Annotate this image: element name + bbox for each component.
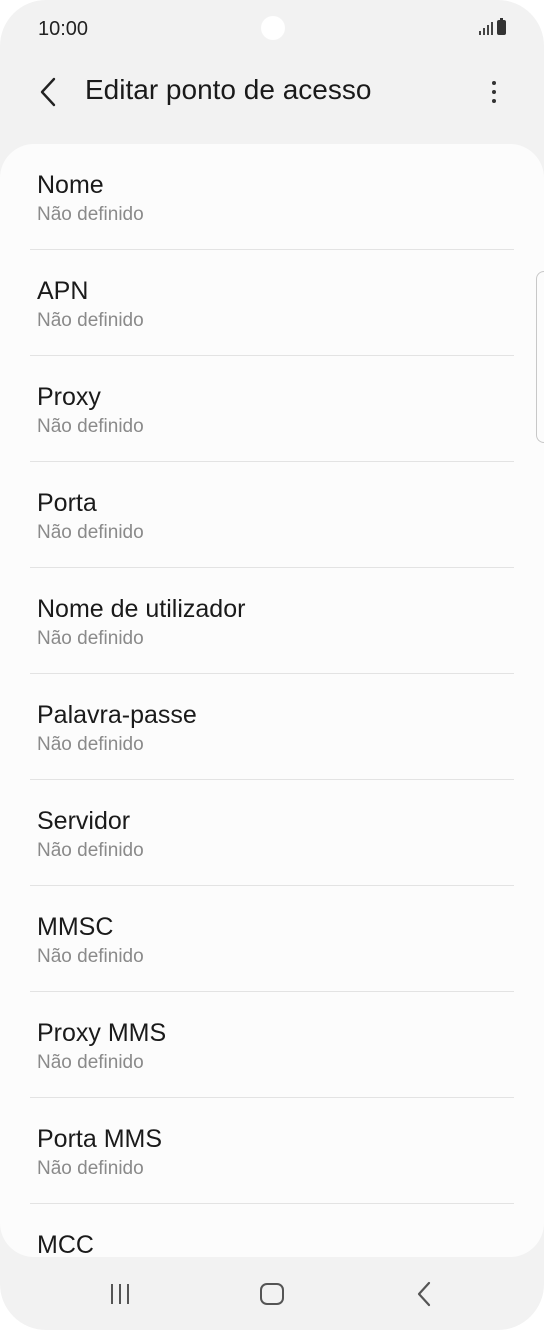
more-options-icon xyxy=(492,81,496,85)
page-title: Editar ponto de acesso xyxy=(85,74,372,105)
list-item-porta[interactable]: Porta Não definido xyxy=(0,462,544,568)
back-icon xyxy=(417,1281,431,1307)
item-value: Não definido xyxy=(37,628,144,649)
item-label: Porta xyxy=(37,489,97,517)
status-icons xyxy=(479,18,506,35)
nav-back-button[interactable] xyxy=(400,1274,448,1314)
apn-settings-list: Nome Não definido APN Não definido Proxy… xyxy=(0,144,544,1257)
list-item-proxy[interactable]: Proxy Não definido xyxy=(0,356,544,462)
item-label: Nome xyxy=(37,171,104,199)
status-bar: 10:00 xyxy=(0,0,544,60)
list-item-mmsc[interactable]: MMSC Não definido xyxy=(0,886,544,992)
item-value: Não definido xyxy=(37,416,144,437)
item-value: Não definido xyxy=(37,204,144,225)
back-button[interactable] xyxy=(26,70,70,114)
battery-icon xyxy=(497,18,506,35)
item-label: Porta MMS xyxy=(37,1125,163,1153)
status-time: 10:00 xyxy=(38,18,89,40)
recent-apps-icon xyxy=(111,1284,113,1304)
item-label: Nome de utilizador xyxy=(37,595,246,623)
item-value: Não definido xyxy=(37,1158,144,1179)
list-item-nome-de-utilizador[interactable]: Nome de utilizador Não definido xyxy=(0,568,544,674)
item-label: Proxy MMS xyxy=(37,1019,167,1047)
list-item-apn[interactable]: APN Não definido xyxy=(0,250,544,356)
list-item-mcc[interactable]: MCC xyxy=(0,1204,544,1257)
app-bar: Editar ponto de acesso xyxy=(0,60,544,124)
recent-apps-button[interactable] xyxy=(96,1274,144,1314)
list-item-nome[interactable]: Nome Não definido xyxy=(0,144,544,250)
item-value: Não definido xyxy=(37,1052,144,1073)
more-options-button[interactable] xyxy=(472,70,516,114)
front-camera-cutout xyxy=(261,16,285,40)
list-item-porta-mms[interactable]: Porta MMS Não definido xyxy=(0,1098,544,1204)
item-value: Não definido xyxy=(37,840,144,861)
item-label: MMSC xyxy=(37,913,114,941)
item-value: Não definido xyxy=(37,946,144,967)
navigation-bar xyxy=(0,1258,544,1330)
item-value: Não definido xyxy=(37,522,144,543)
scrollbar[interactable] xyxy=(536,271,544,443)
item-label: Palavra-passe xyxy=(37,701,197,729)
item-label: APN xyxy=(37,277,89,305)
settings-card: Nome Não definido APN Não definido Proxy… xyxy=(0,144,544,1257)
item-value: Não definido xyxy=(37,734,144,755)
item-label: Proxy xyxy=(37,383,101,411)
list-item-palavra-passe[interactable]: Palavra-passe Não definido xyxy=(0,674,544,780)
item-value: Não definido xyxy=(37,310,144,331)
home-button[interactable] xyxy=(248,1274,296,1314)
phone-screen: 10:00 Editar ponto de acesso Nome Não de… xyxy=(0,0,544,1330)
signal-icon xyxy=(479,21,493,35)
back-arrow-icon xyxy=(40,77,56,107)
item-label: Servidor xyxy=(37,807,131,835)
item-label: MCC xyxy=(37,1231,94,1257)
list-item-servidor[interactable]: Servidor Não definido xyxy=(0,780,544,886)
list-item-proxy-mms[interactable]: Proxy MMS Não definido xyxy=(0,992,544,1098)
home-icon xyxy=(260,1283,284,1305)
